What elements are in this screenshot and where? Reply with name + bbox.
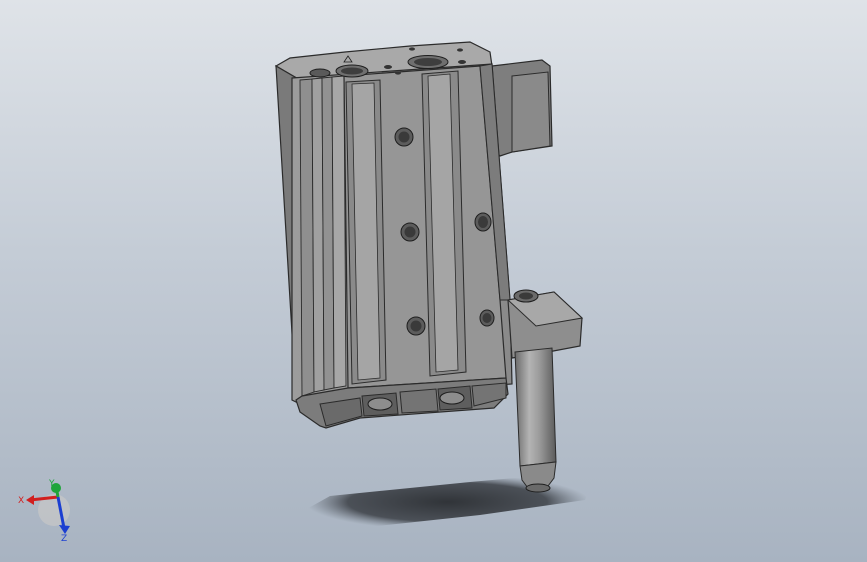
view-orientation-triad[interactable]: X Y Z	[18, 479, 70, 544]
z-axis-label: Z	[61, 534, 67, 544]
model-canvas[interactable]: X Y Z	[0, 0, 867, 562]
piston-rod	[514, 347, 557, 467]
3d-viewport[interactable]: X Y Z	[0, 0, 867, 562]
y-axis-label: Y	[48, 479, 55, 489]
x-axis-label: X	[18, 496, 24, 506]
